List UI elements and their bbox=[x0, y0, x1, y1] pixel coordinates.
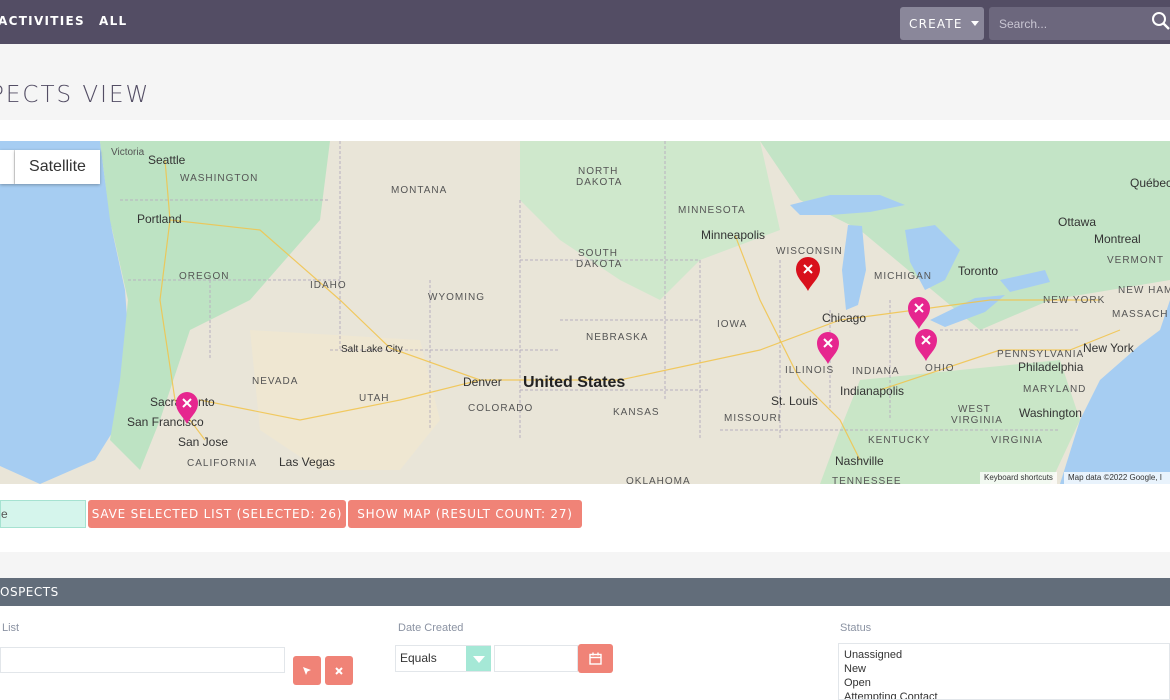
map-label-wisconsin: WISCONSIN bbox=[776, 246, 843, 257]
map-label-ohio: OHIO bbox=[925, 363, 955, 374]
map-label-south-dakota-1: SOUTH bbox=[578, 248, 618, 259]
status-option[interactable]: Attempting Contact bbox=[844, 690, 1169, 699]
map-label-montana: MONTANA bbox=[391, 185, 447, 196]
status-option[interactable]: Open bbox=[844, 676, 1169, 690]
map-label-kentucky: KENTUCKY bbox=[868, 435, 930, 446]
map-label-minnesota: MINNESOTA bbox=[678, 205, 746, 216]
map-label-minneapolis: Minneapolis bbox=[701, 228, 765, 242]
create-button[interactable]: CREATE bbox=[900, 7, 984, 40]
map-label-salt-lake-city: Salt Lake City bbox=[341, 344, 403, 355]
map-label-massach: MASSACH bbox=[1112, 309, 1168, 320]
create-button-label: CREATE bbox=[909, 16, 963, 31]
map-label-nashville: Nashville bbox=[835, 454, 884, 468]
map-label-oklahoma: OKLAHOMA bbox=[626, 476, 691, 484]
map-label-tennessee: TENNESSEE bbox=[832, 476, 902, 484]
list-input[interactable] bbox=[0, 647, 285, 673]
map-label-utah: UTAH bbox=[359, 393, 389, 404]
map-data-attribution: Map data ©2022 Google, I bbox=[1064, 472, 1170, 484]
map-label-virginia: VIRGINIA bbox=[991, 435, 1043, 446]
status-label: Status bbox=[840, 622, 872, 634]
map-label-michigan: MICHIGAN bbox=[874, 271, 932, 282]
nav-item-activities[interactable]: ACTIVITIES bbox=[0, 14, 85, 28]
keyboard-shortcuts-link[interactable]: Keyboard shortcuts bbox=[980, 472, 1057, 484]
map-label-toronto: Toronto bbox=[958, 264, 998, 278]
map-label-colorado: COLORADO bbox=[468, 403, 533, 414]
map-label-seattle: Seattle bbox=[148, 153, 186, 167]
page-title: PECTS VIEW bbox=[0, 82, 151, 108]
map-label-california: CALIFORNIA bbox=[187, 458, 257, 469]
map-label-maryland: MARYLAND bbox=[1023, 384, 1086, 395]
nav-item-all[interactable]: ALL bbox=[99, 14, 127, 28]
map-label-idaho: IDAHO bbox=[310, 280, 347, 291]
close-icon bbox=[335, 666, 343, 675]
map-label-portland: Portland bbox=[137, 212, 182, 226]
map-label-montreal: Montreal bbox=[1094, 232, 1141, 246]
map-label-north-dakota-2: DAKOTA bbox=[576, 177, 622, 188]
map-label-west-virginia-2: VIRGINIA bbox=[951, 415, 1003, 426]
calendar-icon bbox=[589, 652, 602, 665]
list-name-field[interactable]: e bbox=[0, 500, 86, 528]
map-label-san-francisco: San Francisco bbox=[127, 415, 204, 429]
map-label-nebraska: NEBRASKA bbox=[586, 332, 648, 343]
map-label-south-dakota-2: DAKOTA bbox=[576, 259, 622, 270]
map-label-kansas: KANSAS bbox=[613, 407, 660, 418]
map-label-missouri: MISSOURI bbox=[724, 413, 781, 424]
map-label-indianapolis: Indianapolis bbox=[840, 384, 904, 398]
filter-header: OSPECTS bbox=[0, 578, 1170, 606]
caret-down-icon bbox=[970, 21, 979, 26]
map-label-chicago: Chicago bbox=[822, 311, 866, 325]
map-label-san-jose: San Jose bbox=[178, 435, 228, 449]
map-label-pennsylvania: PENNSYLVANIA bbox=[997, 349, 1084, 360]
map-label-iowa: IOWA bbox=[717, 319, 747, 330]
map-label-quebec: Québec bbox=[1130, 176, 1170, 190]
show-map-button[interactable]: SHOW MAP (RESULT COUNT: 27) bbox=[348, 500, 582, 528]
map-label-indiana: INDIANA bbox=[852, 366, 900, 377]
map-label-denver: Denver bbox=[463, 375, 502, 389]
map-label-st-louis: St. Louis bbox=[771, 394, 818, 408]
map-label-nevada: NEVADA bbox=[252, 376, 298, 387]
map-label-new-york: New York bbox=[1083, 341, 1135, 355]
search-icon[interactable] bbox=[1152, 11, 1170, 31]
clear-button[interactable] bbox=[325, 656, 353, 685]
status-option[interactable]: Unassigned bbox=[844, 648, 1169, 662]
calendar-button[interactable] bbox=[578, 644, 613, 673]
map-label-las-vegas: Las Vegas bbox=[279, 455, 335, 469]
map-label-philadelphia: Philadelphia bbox=[1018, 360, 1084, 374]
select-button[interactable] bbox=[293, 656, 321, 685]
cursor-arrow-icon bbox=[303, 666, 311, 675]
list-label: List bbox=[2, 622, 20, 634]
status-option[interactable]: New bbox=[844, 662, 1169, 676]
status-multiselect[interactable]: Unassigned New Open Attempting Contact bbox=[838, 643, 1170, 700]
map-label-washington-dc: Washington bbox=[1019, 406, 1082, 420]
map-label-oregon: OREGON bbox=[179, 271, 229, 282]
map-label-new-york-state: NEW YORK bbox=[1043, 295, 1105, 306]
date-input[interactable] bbox=[494, 645, 578, 672]
map-label-north-dakota-1: NORTH bbox=[578, 166, 618, 177]
map-label-ottawa: Ottawa bbox=[1058, 215, 1096, 229]
map-label-washington-state: WASHINGTON bbox=[180, 173, 258, 184]
search-box bbox=[989, 7, 1170, 40]
chevron-down-icon[interactable] bbox=[466, 646, 491, 671]
map-label-wyoming: WYOMING bbox=[428, 292, 485, 303]
date-created-label: Date Created bbox=[398, 622, 464, 634]
map-label-victoria: Victoria bbox=[111, 147, 145, 158]
top-nav: ACTIVITIES ALL CREATE bbox=[0, 0, 1170, 44]
map-type-map-button[interactable] bbox=[0, 150, 15, 184]
map-label-illinois: ILLINOIS bbox=[785, 365, 834, 376]
save-selected-list-button[interactable]: SAVE SELECTED LIST (SELECTED: 26) bbox=[88, 500, 346, 528]
map-label-vermont: VERMONT bbox=[1107, 255, 1164, 266]
search-input[interactable] bbox=[989, 7, 1139, 40]
map[interactable]: Victoria Seattle WASHINGTON Portland ORE… bbox=[0, 141, 1170, 484]
map-type-satellite-button[interactable]: Satellite bbox=[15, 150, 100, 184]
map-label-new-hamps: NEW HAMPS bbox=[1118, 285, 1170, 296]
map-label-united-states: United States bbox=[523, 374, 625, 391]
map-label-west-virginia-1: WEST bbox=[958, 404, 991, 415]
